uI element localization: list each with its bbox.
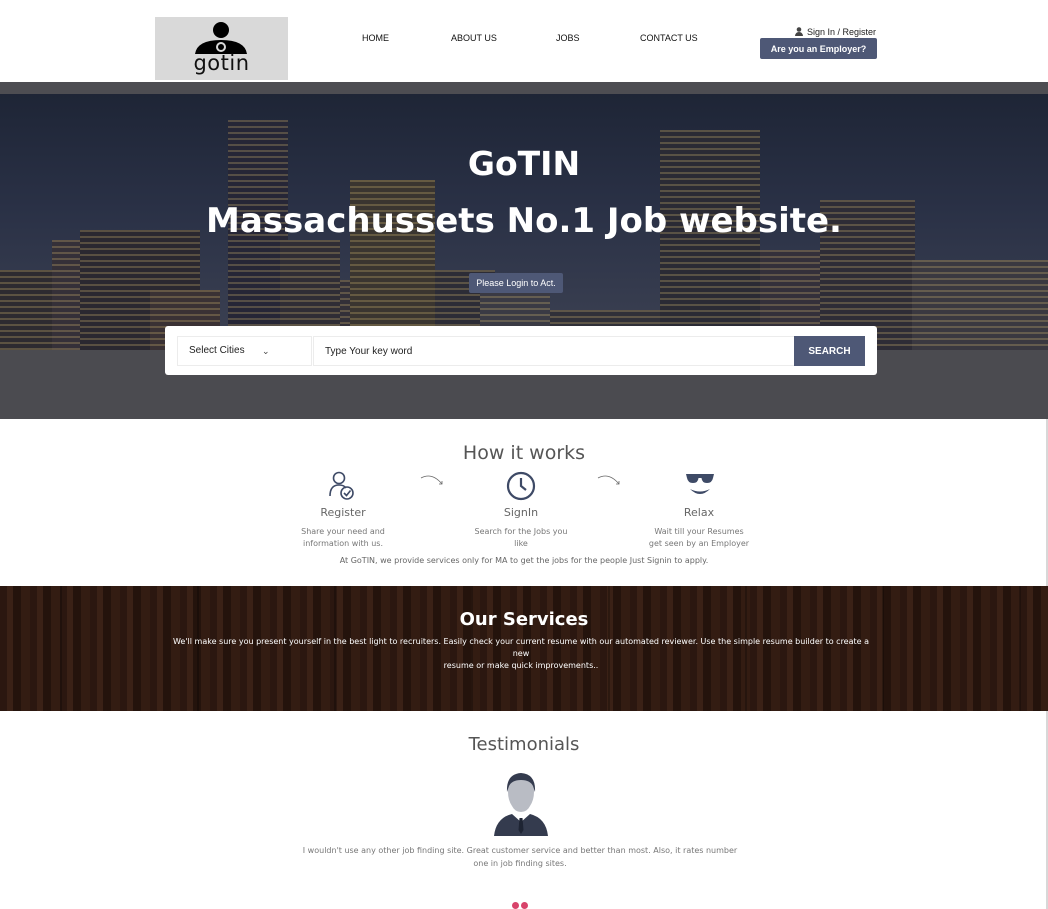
nav-home[interactable]: HOME [362,33,389,43]
search-bar: Select Cities ⌄ SEARCH [165,326,877,375]
login-button[interactable]: Please Login to Act. [469,273,563,293]
curved-arrow-icon [597,475,620,485]
clock-icon [506,471,536,501]
logo-text: gotin [193,51,250,75]
hero-title: GoTIN [467,144,581,183]
carousel-dot-1[interactable] [512,902,519,909]
keyword-input[interactable] [313,336,794,366]
user-icon [795,27,803,36]
testimonials-heading: Testimonials [468,734,580,755]
step-relax-desc: Wait till your Resumes get seen by an Em… [648,527,750,548]
services-text: We'll make sure you present yourself in … [172,637,870,670]
how-it-works-heading: How it works [462,442,586,464]
logo[interactable]: gotin [155,17,288,80]
curved-arrow-icon [420,475,443,485]
how-it-works-note: At GoTIN, we provide services only for M… [339,556,709,565]
step-relax-title: Relax [683,506,715,519]
services-heading: Our Services [459,609,589,630]
sign-in-register-link[interactable]: Sign In / Register [795,27,876,37]
user-check-icon [329,471,354,500]
sign-in-register-label: Sign In / Register [807,27,877,37]
city-select[interactable]: Select Cities ⌄ [177,336,312,366]
site-header: gotin HOME ABOUT US JOBS CONTACT US Sign… [0,0,1048,82]
carousel-dot-2[interactable] [521,902,528,909]
nav-jobs[interactable]: JOBS [556,33,580,43]
hero-top-strip [0,82,1048,94]
nav-contact-us[interactable]: CONTACT US [640,33,698,43]
chevron-down-icon: ⌄ [262,346,270,356]
step-register-title: Register [320,506,366,519]
step-signin-title: SignIn [503,506,539,519]
sunglasses-smiley-icon [686,474,714,494]
city-select-label: Select Cities [189,345,245,356]
testimonial-quote: I wouldn't use any other job finding sit… [302,846,738,868]
step-signin-desc: Search for the Jobs you like [474,527,568,548]
testimonial-avatar [494,773,548,836]
search-button[interactable]: SEARCH [794,336,865,366]
employer-button[interactable]: Are you an Employer? [760,38,877,59]
hero-subtitle: Massachussets No.1 Job website. [206,201,842,241]
nav-about-us[interactable]: ABOUT US [451,33,497,43]
step-register-desc: Share your need and information with us. [301,527,385,548]
